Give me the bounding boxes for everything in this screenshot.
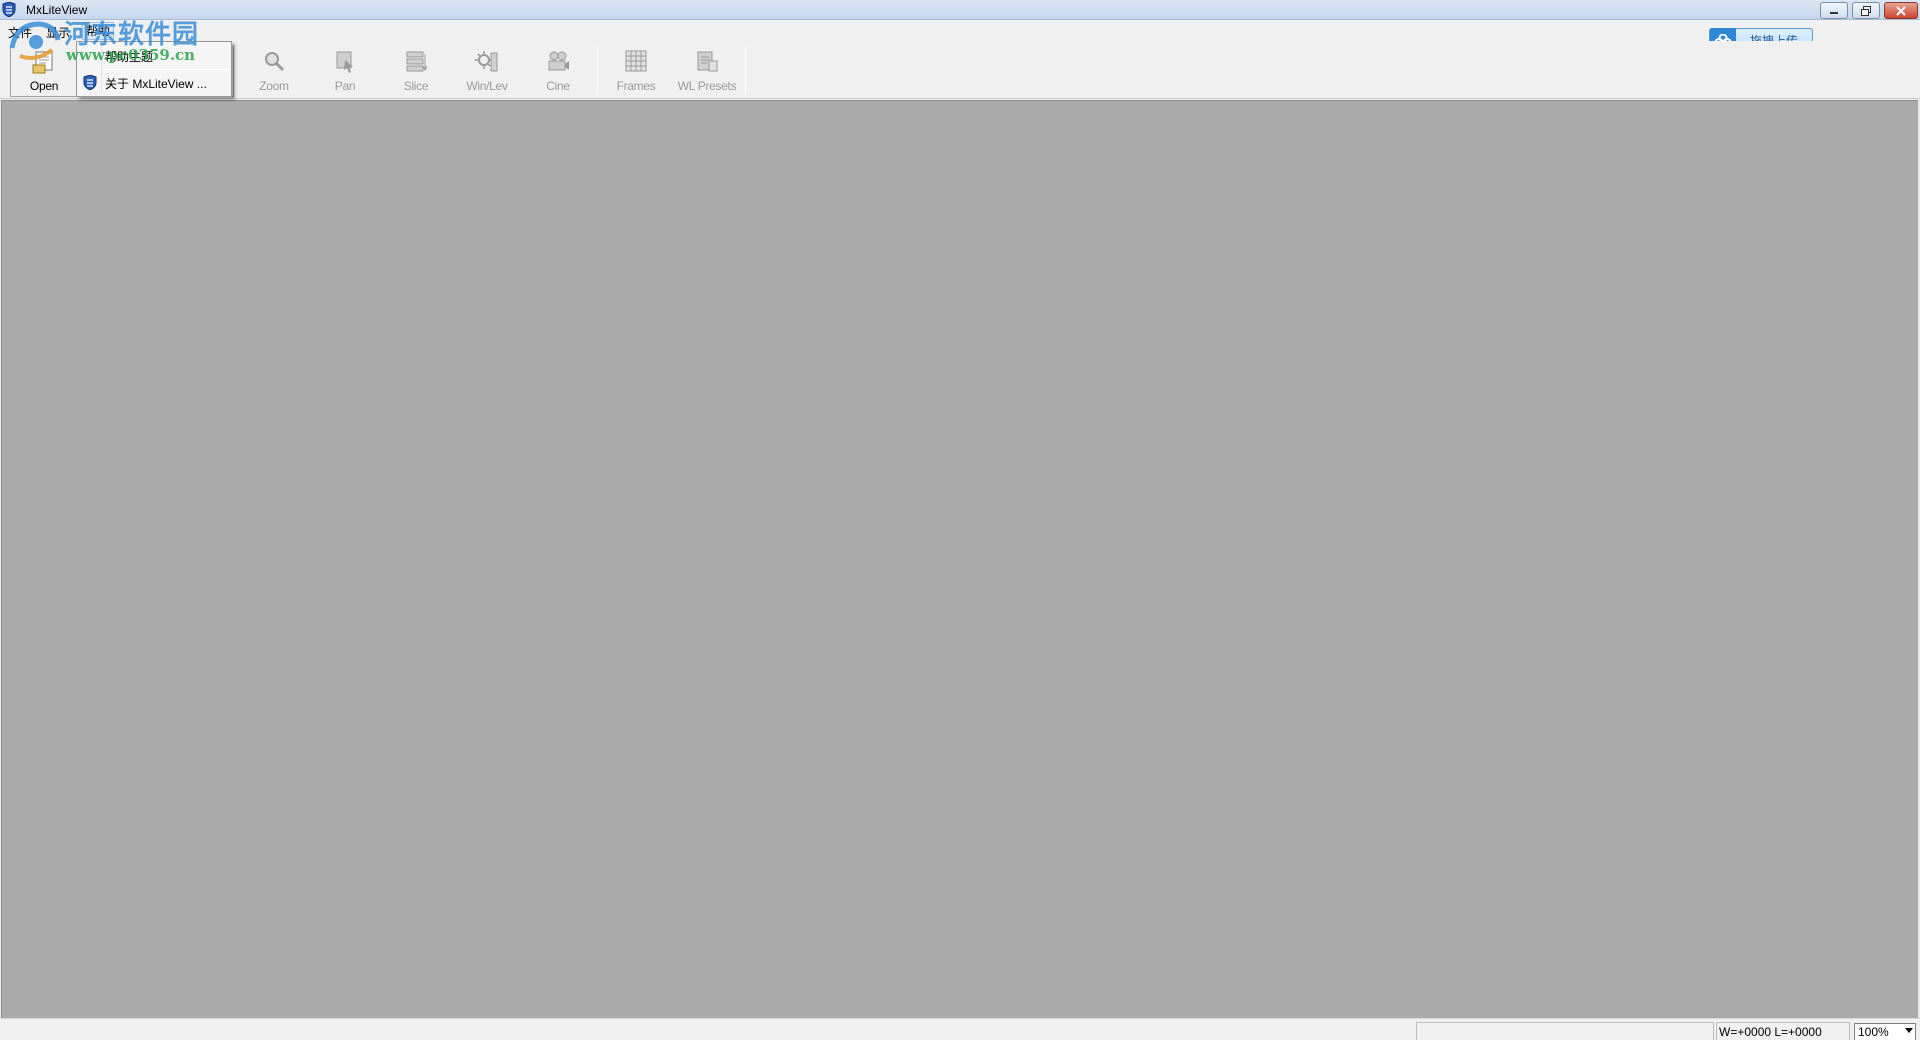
menu-item-about[interactable]: 关于 MxLiteView ...	[79, 71, 229, 95]
frames-button[interactable]: Frames	[604, 47, 668, 97]
open-folder-icon	[32, 51, 53, 74]
window-level-readout: W=+0000 L=+0000	[1716, 1022, 1850, 1040]
wl-presets-label: WL Presets	[677, 79, 737, 93]
cine-button[interactable]: Cine	[526, 47, 590, 97]
menu-bar: 文件 显示 帮助	[0, 21, 1920, 41]
close-button[interactable]	[1884, 2, 1918, 19]
menu-help[interactable]: 帮助	[82, 22, 115, 40]
chevron-down-icon	[1905, 1028, 1913, 1033]
winlev-label: Win/Lev	[466, 79, 508, 93]
menu-view[interactable]: 显示	[46, 24, 70, 41]
pan-button[interactable]: Pan	[313, 47, 377, 97]
toolbar-separator	[597, 47, 598, 95]
restore-button[interactable]	[1852, 2, 1880, 19]
toolbar: Open Zoom Pan Slice Win/Lev Cine Frames …	[0, 41, 1920, 99]
frames-label: Frames	[616, 79, 656, 93]
menu-separator	[103, 69, 229, 70]
slice-stack-icon	[406, 51, 428, 72]
menu-item-label: 关于 MxLiteView ...	[105, 77, 207, 91]
app-shield-icon	[2, 2, 16, 17]
title-bar: MxLiteView	[0, 0, 1920, 20]
presets-icon	[697, 51, 718, 72]
open-label: Open	[29, 79, 59, 93]
zoom-select[interactable]: 100%	[1854, 1023, 1916, 1040]
status-pane-message	[1416, 1022, 1714, 1040]
menu-item-help-topics[interactable]: 帮助主题	[79, 44, 229, 68]
magnifier-icon	[265, 52, 285, 72]
status-bar: W=+0000 L=+0000 100%	[0, 1018, 1920, 1040]
close-icon	[1896, 5, 1906, 16]
pan-label: Pan	[334, 79, 356, 93]
minimize-icon	[1830, 11, 1838, 14]
image-viewport[interactable]	[1, 100, 1919, 1018]
menu-file[interactable]: 文件	[8, 24, 32, 41]
slice-label: Slice	[403, 79, 429, 93]
menu-item-label: 帮助主题	[105, 50, 154, 64]
cine-label: Cine	[546, 79, 570, 93]
open-button[interactable]: Open	[12, 47, 76, 97]
zoom-label: Zoom	[259, 79, 289, 93]
window-title: MxLiteView	[26, 3, 88, 17]
window-level-icon	[475, 51, 498, 72]
zoom-value: 100%	[1858, 1025, 1889, 1039]
app-shield-icon	[83, 75, 97, 90]
film-camera-icon	[548, 51, 569, 71]
pan-hand-icon	[336, 51, 353, 73]
grid-frames-icon	[625, 50, 647, 72]
winlev-button[interactable]: Win/Lev	[455, 47, 519, 97]
restore-icon	[1861, 5, 1871, 16]
slice-button[interactable]: Slice	[384, 47, 448, 97]
toolbar-separator	[745, 47, 746, 95]
help-dropdown-menu: 帮助主题 关于 MxLiteView ...	[76, 41, 232, 97]
wl-presets-button[interactable]: WL Presets	[675, 47, 739, 97]
zoom-button[interactable]: Zoom	[242, 47, 306, 97]
minimize-button[interactable]	[1820, 2, 1848, 19]
